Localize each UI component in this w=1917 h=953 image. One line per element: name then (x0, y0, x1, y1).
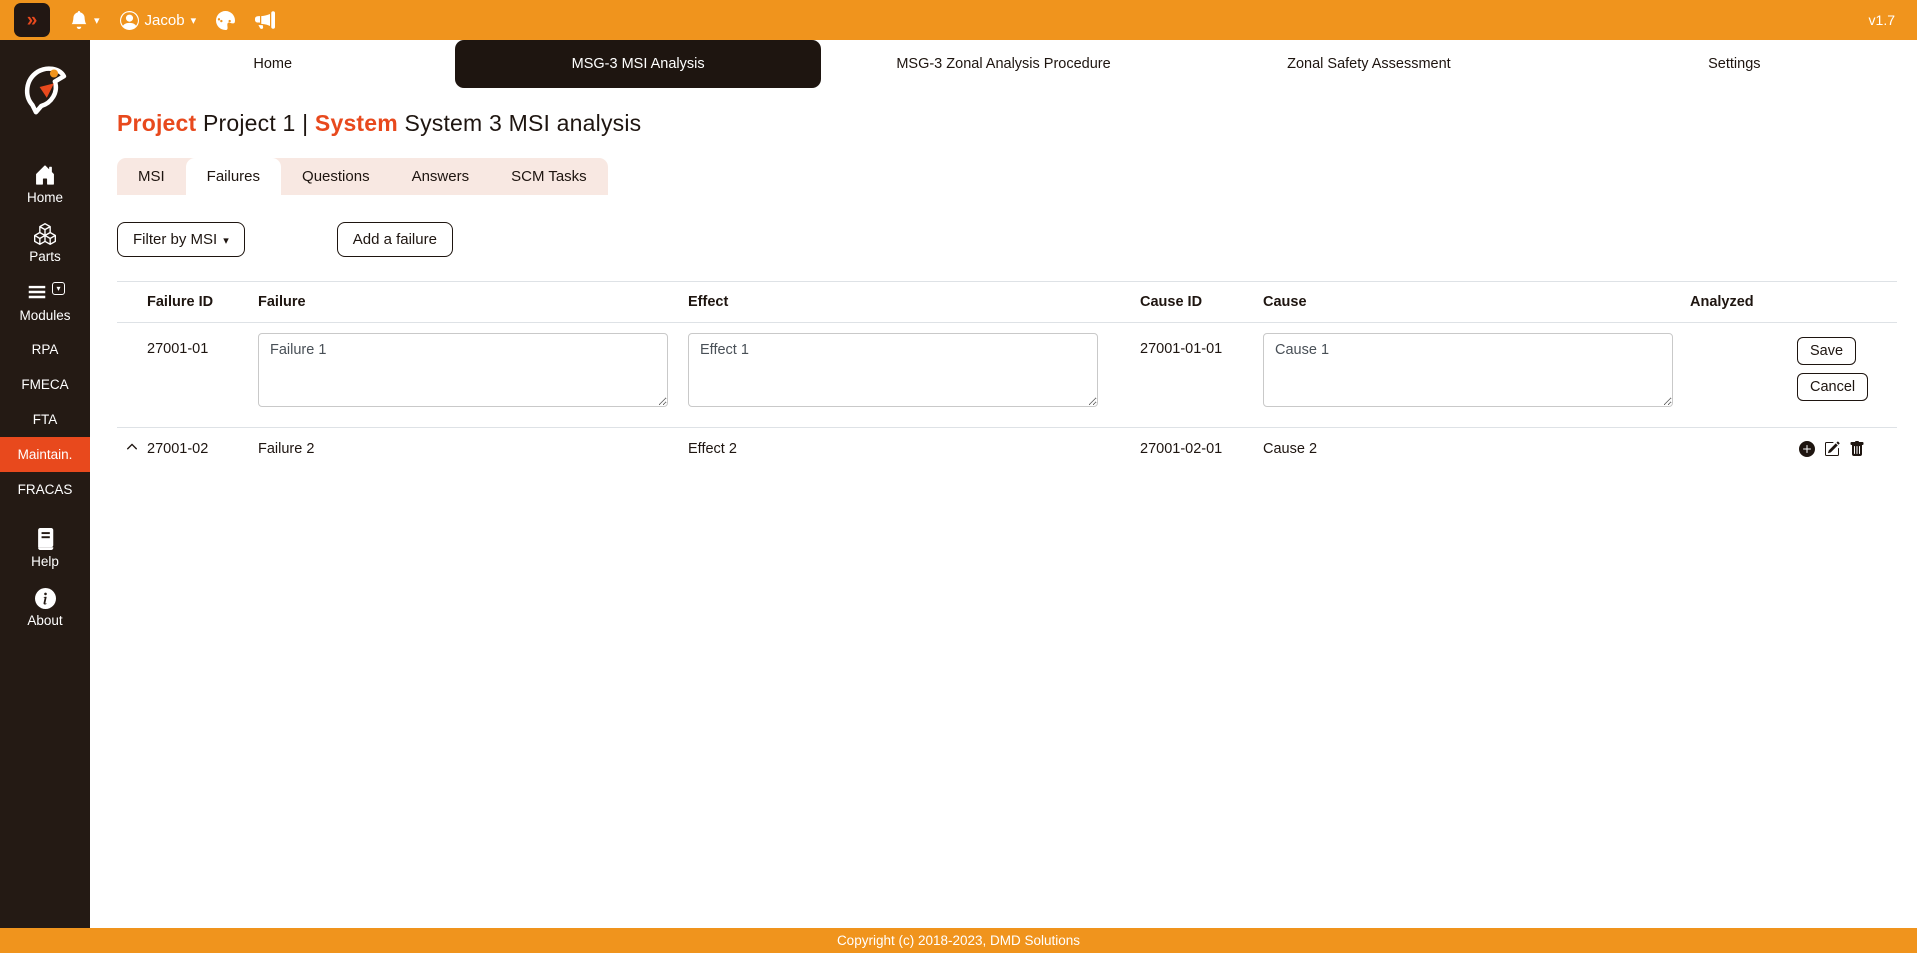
sidebar-item-label: Maintain. (18, 447, 73, 462)
app-version: v1.7 (1869, 12, 1903, 28)
cause-cell: Cause 2 (1263, 441, 1690, 457)
failure-id-cell: 27001-02 (147, 441, 258, 457)
top-nav-tabs: Home MSG-3 MSI Analysis MSG-3 Zonal Anal… (90, 40, 1917, 88)
caret-square-icon: ▾ (52, 282, 65, 295)
sidebar-item-label: Help (31, 554, 59, 569)
subtab-msi[interactable]: MSI (117, 158, 186, 195)
project-value: Project 1 | (203, 110, 308, 136)
top-bar: » ▾ Jacob ▾ v1.7 (0, 0, 1917, 40)
col-failure-id: Failure ID (147, 294, 258, 310)
save-button[interactable]: Save (1797, 337, 1856, 365)
copyright-text: Copyright (c) 2018-2023, DMD Solutions (837, 933, 1080, 948)
delete-button[interactable] (1849, 441, 1865, 457)
add-cause-button[interactable] (1799, 441, 1815, 457)
col-analyzed: Analyzed (1690, 294, 1790, 310)
subtab-scm-tasks[interactable]: SCM Tasks (490, 158, 608, 195)
app-logo[interactable] (18, 58, 72, 121)
info-circle-icon (35, 587, 56, 609)
caret-down-icon: ▾ (223, 235, 229, 247)
failure-input[interactable]: Failure 1 (258, 333, 668, 407)
book-icon (34, 528, 56, 550)
failure-cell: Failure 2 (258, 441, 688, 457)
cubes-icon (34, 223, 56, 245)
sidebar-item-home[interactable]: Home (0, 155, 90, 214)
sidebar-item-modules[interactable]: ▾ Modules (0, 273, 90, 332)
sidebar-item-label: RPA (32, 342, 59, 357)
col-cause-id: Cause ID (1140, 294, 1263, 310)
palette-icon (216, 11, 235, 30)
col-failure: Failure (258, 294, 688, 310)
chevron-up-icon (126, 441, 138, 457)
chevron-down-icon: ▾ (191, 14, 197, 27)
col-effect: Effect (688, 294, 1140, 310)
effect-input[interactable]: Effect 1 (688, 333, 1098, 407)
filter-by-msi-dropdown[interactable]: Filter by MSI▾ (117, 222, 245, 257)
sidebar-item-label: FRACAS (18, 482, 73, 497)
megaphone-icon (255, 10, 275, 30)
subtab-questions[interactable]: Questions (281, 158, 391, 195)
tab-msg3-msi-analysis[interactable]: MSG-3 MSI Analysis (455, 40, 820, 88)
sidebar-item-fta[interactable]: FTA (0, 402, 90, 437)
sidebar-item-about[interactable]: About (0, 578, 90, 637)
sidebar-item-label: FMECA (21, 377, 68, 392)
add-failure-button[interactable]: Add a failure (337, 222, 453, 257)
subtab-answers[interactable]: Answers (391, 158, 491, 195)
cancel-button[interactable]: Cancel (1797, 373, 1868, 401)
cause-input[interactable]: Cause 1 (1263, 333, 1673, 407)
row-actions (1790, 441, 1897, 457)
bell-icon (70, 11, 88, 29)
tab-settings[interactable]: Settings (1552, 40, 1917, 88)
sidebar: Home Parts ▾ Modules RPA FMECA FTA Maint… (0, 40, 90, 928)
toolbar: Filter by MSI▾ Add a failure (117, 222, 1897, 257)
footer: Copyright (c) 2018-2023, DMD Solutions (0, 928, 1917, 953)
tab-home[interactable]: Home (90, 40, 455, 88)
table-header-row: Failure ID Failure Effect Cause ID Cause… (117, 281, 1897, 323)
sidebar-item-label: Home (27, 190, 63, 205)
analyzed-cell (1690, 449, 1790, 450)
system-value: System 3 MSI analysis (405, 110, 642, 136)
chevron-down-icon: ▾ (94, 14, 100, 27)
failure-id-cell: 27001-01 (147, 333, 258, 357)
edit-button[interactable] (1824, 441, 1840, 457)
notifications-menu[interactable]: ▾ (70, 11, 100, 29)
home-icon (34, 164, 56, 186)
main-content: Home MSG-3 MSI Analysis MSG-3 Zonal Anal… (90, 40, 1917, 928)
cause-id-cell: 27001-01-01 (1140, 333, 1263, 357)
tab-zonal-safety-assessment[interactable]: Zonal Safety Assessment (1186, 40, 1551, 88)
project-label: Project (117, 110, 196, 136)
sidebar-item-fracas[interactable]: FRACAS (0, 472, 90, 507)
announcements-button[interactable] (255, 10, 275, 30)
col-cause: Cause (1263, 294, 1690, 310)
user-name: Jacob (145, 12, 185, 29)
cause-id-cell: 27001-02-01 (1140, 441, 1263, 457)
tab-msg3-zonal-analysis-procedure[interactable]: MSG-3 Zonal Analysis Procedure (821, 40, 1186, 88)
page-title: Project Project 1 | System System 3 MSI … (117, 110, 1897, 137)
failures-table: Failure ID Failure Effect Cause ID Cause… (117, 281, 1897, 470)
user-menu[interactable]: Jacob ▾ (120, 11, 197, 30)
sub-tabs: MSI Failures Questions Answers SCM Tasks (117, 158, 608, 195)
menu-bars-icon (25, 281, 49, 306)
system-label: System (315, 110, 398, 136)
sidebar-item-maintain[interactable]: Maintain. (0, 437, 90, 472)
table-row: 27001-01 Failure 1 Effect 1 27001-01-01 … (117, 323, 1897, 428)
sidebar-item-rpa[interactable]: RPA (0, 332, 90, 367)
sidebar-item-label: Parts (29, 249, 61, 264)
sidebar-item-help[interactable]: Help (0, 519, 90, 578)
sidebar-toggle-button[interactable]: » (14, 3, 50, 37)
effect-cell: Effect 2 (688, 441, 1140, 457)
sidebar-item-label: Modules (19, 308, 70, 323)
sidebar-item-label: FTA (33, 412, 58, 427)
person-circle-icon (120, 11, 139, 30)
theme-button[interactable] (216, 11, 235, 30)
sidebar-item-label: About (27, 613, 62, 628)
table-row: 27001-02 Failure 2 Effect 2 27001-02-01 … (117, 428, 1897, 470)
analyzed-cell (1690, 333, 1790, 334)
subtab-failures[interactable]: Failures (186, 158, 281, 195)
collapse-row-button[interactable] (117, 441, 147, 457)
sidebar-item-parts[interactable]: Parts (0, 214, 90, 273)
sidebar-item-fmeca[interactable]: FMECA (0, 367, 90, 402)
